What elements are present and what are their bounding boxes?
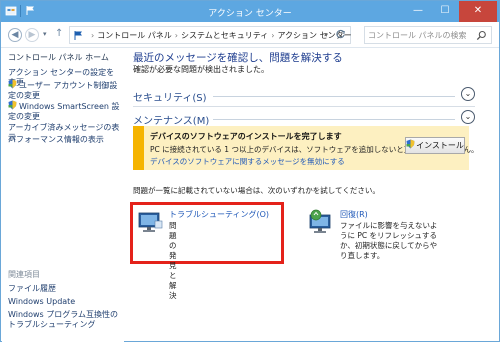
breadcrumb-separator: › bbox=[271, 31, 275, 40]
install-button-label: インストール bbox=[416, 141, 464, 150]
recovery-icon bbox=[309, 209, 331, 233]
sidebar-item-label: ユーザー アカウント制御設定の変更 bbox=[8, 81, 118, 100]
sidebar-item-smartscreen[interactable]: Windows SmartScreen 設定の変更 bbox=[8, 100, 120, 122]
minimize-button[interactable]: — bbox=[405, 1, 431, 22]
uac-shield-icon bbox=[406, 139, 415, 149]
chevron-down-icon[interactable]: ⌄ bbox=[461, 87, 475, 101]
recovery-link[interactable]: 回復(R) bbox=[340, 209, 368, 220]
related-link-windows-update[interactable]: Windows Update bbox=[8, 297, 120, 307]
section-maintenance[interactable]: メンテナンス(M) ⌄ bbox=[133, 109, 475, 127]
uac-shield-icon bbox=[8, 79, 17, 89]
flag-icon bbox=[74, 31, 82, 40]
sidebar-item-label: パフォーマンス情報の表示 bbox=[8, 135, 104, 144]
breadcrumb-item-system-security[interactable]: システムとセキュリティ bbox=[181, 31, 268, 40]
device-software-alert: デバイスのソフトウェアのインストールを完了します PC に接続されている 1 つ… bbox=[133, 126, 479, 170]
troubleshooting-icon bbox=[138, 212, 163, 232]
maximize-button[interactable]: ☐ bbox=[432, 1, 458, 22]
related-link-file-history[interactable]: ファイル履歴 bbox=[8, 284, 120, 294]
sidebar-item-label: Windows SmartScreen 設定の変更 bbox=[8, 102, 120, 121]
section-divider bbox=[213, 96, 455, 97]
related-heading: 関連項目 bbox=[8, 270, 40, 279]
related-link-compat-troubleshooter[interactable]: Windows プログラム互換性のトラブルシューティング bbox=[8, 310, 120, 330]
troubleshooting-link[interactable]: トラブルシューティング(O) bbox=[169, 209, 269, 220]
chevron-down-icon[interactable]: ⌄ bbox=[461, 110, 475, 124]
search-box[interactable] bbox=[364, 26, 492, 44]
title-bar: アクション センター — ☐ ✕ bbox=[1, 1, 499, 22]
section-maintenance-label: メンテナンス(M) bbox=[133, 116, 210, 127]
address-dropdown[interactable]: ▾ bbox=[324, 31, 328, 39]
page-subtitle: 確認が必要な問題が検出されました。 bbox=[133, 65, 269, 74]
page-title: 最近のメッセージを確認し、問題を解決する bbox=[133, 52, 343, 64]
hint-text: 問題が一覧に記載されていない場合は、次のいずれかを試してください。 bbox=[133, 186, 380, 195]
divider bbox=[133, 106, 475, 107]
breadcrumb: › コントロール パネル › システムとセキュリティ › アクション センター bbox=[88, 30, 352, 41]
up-button[interactable]: ↑ bbox=[55, 28, 63, 39]
forward-button[interactable]: ▶ bbox=[25, 28, 39, 42]
main-content: 最近のメッセージを確認し、問題を解決する 確認が必要な問題が検出されました。 セ… bbox=[125, 48, 499, 342]
section-security-label: セキュリティ(S) bbox=[133, 93, 207, 104]
search-icon[interactable] bbox=[476, 30, 487, 41]
refresh-icon[interactable] bbox=[335, 29, 346, 40]
search-input[interactable] bbox=[368, 29, 472, 41]
address-bar[interactable]: › コントロール パネル › システムとセキュリティ › アクション センター ▾ bbox=[69, 26, 352, 44]
breadcrumb-separator: › bbox=[91, 31, 95, 40]
breadcrumb-item-control-panel[interactable]: コントロール パネル bbox=[97, 31, 172, 40]
section-divider bbox=[213, 119, 455, 120]
recent-locations-dropdown[interactable]: ▾ bbox=[43, 30, 47, 38]
close-button[interactable]: ✕ bbox=[459, 1, 497, 22]
breadcrumb-separator: › bbox=[174, 31, 178, 40]
back-button[interactable]: ◀ bbox=[8, 28, 22, 42]
uac-shield-icon bbox=[8, 100, 17, 110]
navigation-bar: ◀ ▶ ▾ ↑ › コントロール パネル › システムとセキュリティ › アクション セン… bbox=[1, 22, 499, 48]
disable-messages-link[interactable]: デバイスのソフトウェアに関するメッセージを無効にする bbox=[150, 156, 345, 167]
alert-stripe bbox=[133, 126, 144, 170]
action-center-window: アクション センター — ☐ ✕ ◀ ▶ ▾ ↑ › コントロール パネル › システ… bbox=[0, 0, 500, 342]
troubleshooting-desc: 問題の発見と解決 bbox=[169, 221, 177, 300]
sidebar: コントロール パネル ホーム アクション センターの設定を変更 ユーザー アカウ… bbox=[2, 48, 124, 342]
sidebar-item-performance-info[interactable]: パフォーマンス情報の表示 bbox=[8, 135, 120, 145]
alert-title: デバイスのソフトウェアのインストールを完了します bbox=[150, 132, 342, 141]
recovery-desc: ファイルに影響を与えないように PC をリフレッシュするか、初期状態に戻してから… bbox=[340, 221, 438, 260]
install-button[interactable]: インストール bbox=[405, 137, 465, 154]
sidebar-home-link[interactable]: コントロール パネル ホーム bbox=[8, 52, 109, 63]
section-security[interactable]: セキュリティ(S) ⌄ bbox=[133, 86, 475, 104]
sidebar-item-uac-settings[interactable]: ユーザー アカウント制御設定の変更 bbox=[8, 79, 120, 101]
